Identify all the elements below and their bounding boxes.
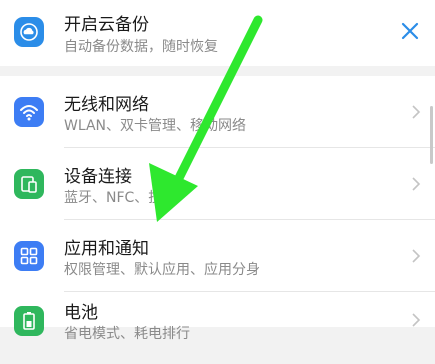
wifi-icon (14, 97, 44, 127)
chevron-right-icon (412, 105, 421, 119)
close-icon[interactable] (399, 20, 421, 42)
settings-list: 无线和网络 WLAN、双卡管理、移动网络 设备连接 蓝牙、NFC、投屏 应用和通… (0, 76, 435, 342)
settings-item-subtitle: WLAN、双卡管理、移动网络 (64, 118, 247, 134)
chevron-right-icon (412, 313, 421, 327)
settings-item-device-connection[interactable]: 设备连接 蓝牙、NFC、投屏 (0, 148, 435, 220)
banner-subtitle: 自动备份数据，随时恢复 (64, 39, 218, 55)
chevron-right-icon (412, 249, 421, 263)
settings-item-apps-notifications[interactable]: 应用和通知 权限管理、默认应用、应用分身 (0, 220, 435, 292)
device-connection-icon (14, 169, 44, 199)
settings-item-subtitle: 权限管理、默认应用、应用分身 (64, 262, 260, 278)
cloud-backup-banner[interactable]: 开启云备份 自动备份数据，随时恢复 (0, 0, 435, 66)
settings-item-title: 无线和网络 (64, 95, 149, 115)
apps-grid-icon (14, 241, 44, 271)
settings-item-battery[interactable]: 电池 省电模式、耗电排行 (0, 292, 435, 364)
banner-title: 开启云备份 (64, 15, 149, 35)
chevron-right-icon (412, 177, 421, 191)
settings-item-wireless-network[interactable]: 无线和网络 WLAN、双卡管理、移动网络 (0, 76, 435, 148)
cloud-backup-icon (14, 17, 44, 47)
settings-item-subtitle: 蓝牙、NFC、投屏 (64, 190, 177, 206)
settings-item-title: 电池 (64, 303, 98, 323)
settings-item-subtitle: 省电模式、耗电排行 (64, 326, 190, 342)
settings-item-title: 应用和通知 (64, 239, 149, 259)
battery-icon (14, 306, 44, 336)
scrollbar[interactable] (430, 106, 433, 164)
settings-item-title: 设备连接 (64, 167, 132, 187)
